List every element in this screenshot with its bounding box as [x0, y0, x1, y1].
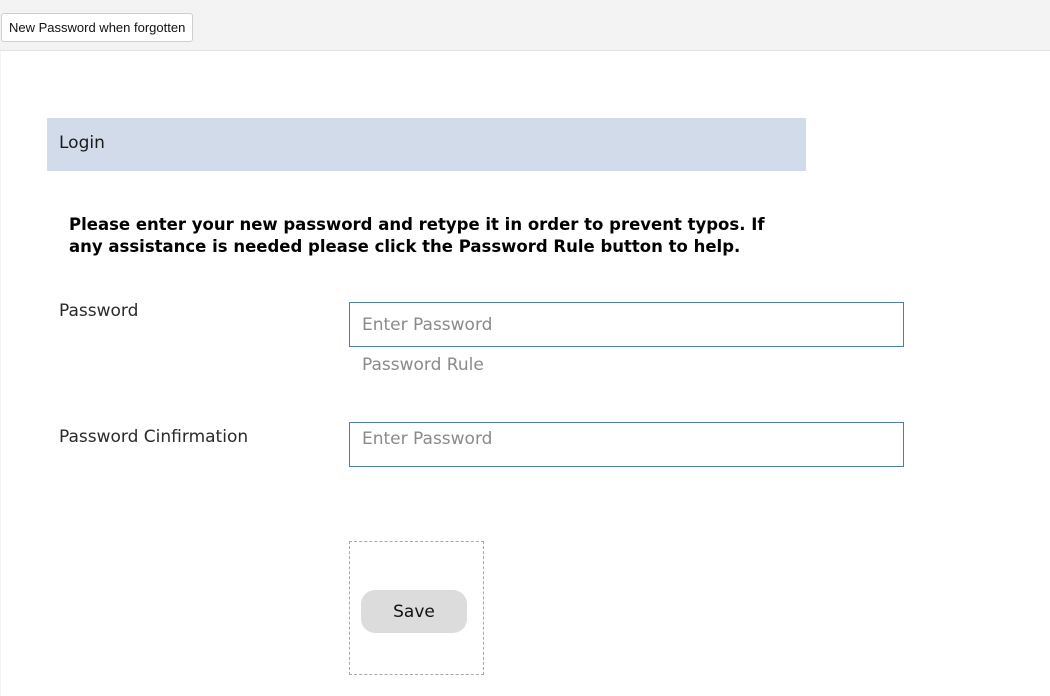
- password-confirmation-label: Password Cinfirmation: [59, 427, 249, 447]
- save-button-frame: Save: [349, 541, 484, 675]
- password-input[interactable]: [349, 302, 904, 347]
- password-rule-button[interactable]: Password Rule: [362, 355, 484, 375]
- new-password-tab-button[interactable]: New Password when forgotten: [1, 13, 194, 42]
- login-section-header: Login: [47, 118, 806, 171]
- save-button[interactable]: Save: [361, 590, 467, 633]
- password-confirmation-input[interactable]: [349, 422, 904, 467]
- instructions-text: Please enter your new password and retyp…: [69, 215, 765, 256]
- page-canvas: Login Please enter your new password and…: [1, 51, 1050, 696]
- section-title: Login: [59, 133, 105, 153]
- password-label: Password: [59, 301, 139, 321]
- top-bar: New Password when forgotten: [0, 0, 1050, 51]
